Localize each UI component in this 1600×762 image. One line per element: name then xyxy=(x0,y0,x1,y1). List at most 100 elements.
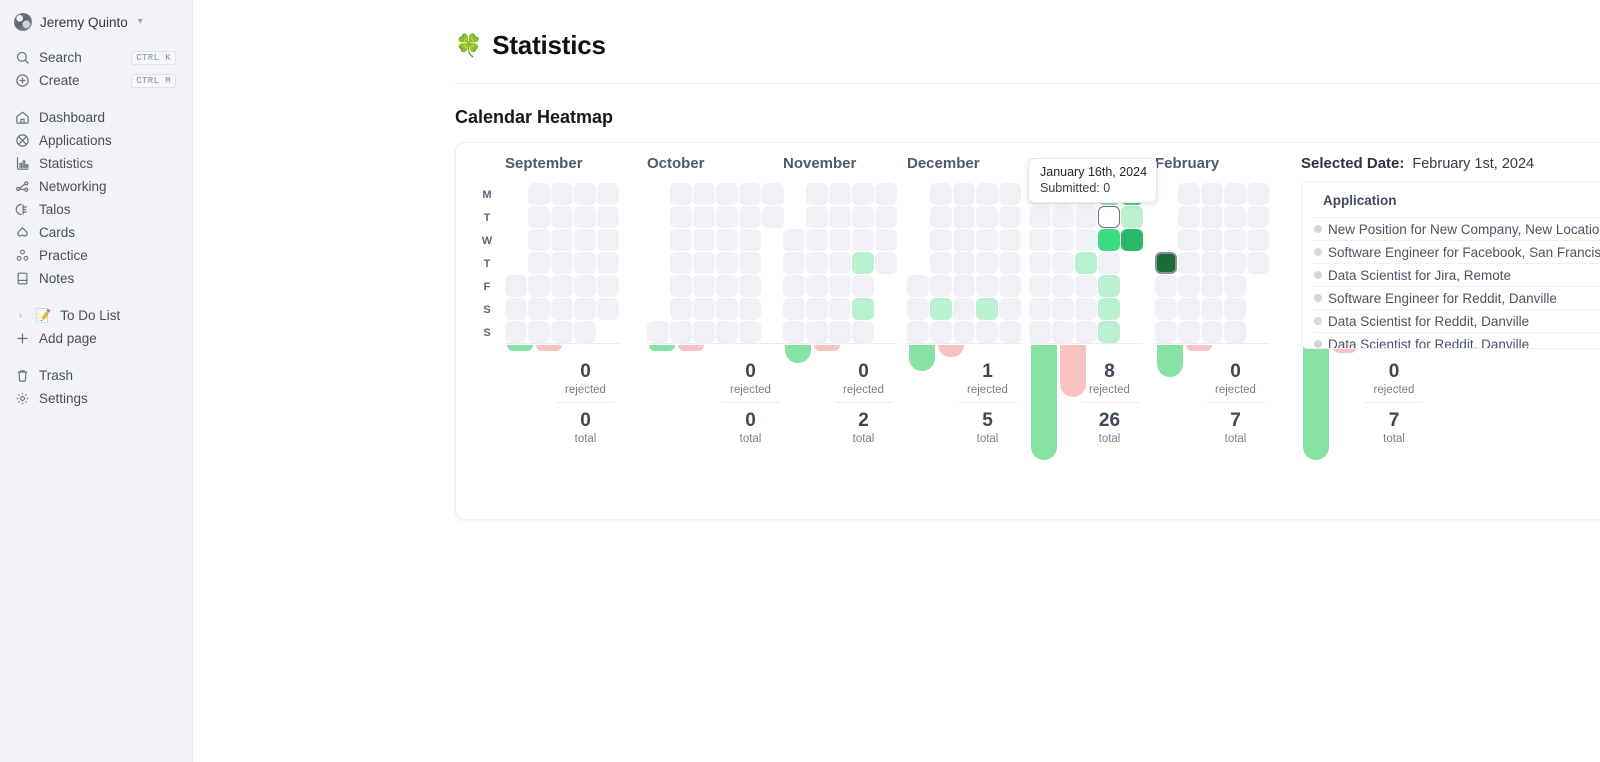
heatmap-day-cell[interactable] xyxy=(574,206,596,228)
heatmap-day-cell[interactable] xyxy=(1052,321,1074,343)
heatmap-day-cell[interactable] xyxy=(1224,298,1246,320)
heatmap-day-cell[interactable] xyxy=(1098,298,1120,320)
heatmap-day-cell[interactable] xyxy=(739,321,761,343)
heatmap-day-cell[interactable] xyxy=(1178,229,1200,251)
sidebar-item-talos[interactable]: Talos xyxy=(6,198,186,221)
heatmap-day-cell[interactable] xyxy=(1201,275,1223,297)
heatmap-day-cell[interactable] xyxy=(1201,183,1223,205)
heatmap-day-cell[interactable] xyxy=(930,275,952,297)
heatmap-day-cell[interactable] xyxy=(1247,206,1269,228)
heatmap-day-cell[interactable] xyxy=(783,298,805,320)
heatmap-day-cell[interactable] xyxy=(1052,206,1074,228)
sidebar-item-add-page[interactable]: Add page xyxy=(6,327,186,350)
heatmap-day-cell[interactable] xyxy=(1155,275,1177,297)
sidebar-item-dashboard[interactable]: Dashboard xyxy=(6,106,186,129)
heatmap-day-cell[interactable] xyxy=(1178,183,1200,205)
heatmap-day-cell[interactable] xyxy=(670,252,692,274)
heatmap-day-cell[interactable] xyxy=(574,229,596,251)
heatmap-day-cell[interactable] xyxy=(597,298,619,320)
heatmap-day-cell[interactable] xyxy=(1201,298,1223,320)
heatmap-day-cell[interactable] xyxy=(1029,275,1051,297)
heatmap-day-cell[interactable] xyxy=(976,206,998,228)
heatmap-day-cell[interactable] xyxy=(528,206,550,228)
heatmap-day-cell[interactable] xyxy=(829,229,851,251)
heatmap-day-cell[interactable] xyxy=(574,275,596,297)
heatmap-day-cell[interactable] xyxy=(551,321,573,343)
heatmap-day-cell[interactable] xyxy=(783,275,805,297)
sidebar-item-settings[interactable]: Settings xyxy=(6,387,186,410)
heatmap-day-cell[interactable] xyxy=(597,183,619,205)
heatmap-day-cell-hovered[interactable] xyxy=(1098,206,1120,228)
sidebar-item-notes[interactable]: Notes xyxy=(6,267,186,290)
heatmap-day-cell[interactable] xyxy=(953,183,975,205)
heatmap-day-cell[interactable] xyxy=(953,321,975,343)
application-row[interactable]: Data Scientist for Reddit, Danville xyxy=(1314,310,1600,333)
heatmap-day-cell[interactable] xyxy=(852,275,874,297)
heatmap-day-cell[interactable] xyxy=(1052,298,1074,320)
heatmap-day-cell[interactable] xyxy=(930,229,952,251)
heatmap-day-cell[interactable] xyxy=(1029,298,1051,320)
sidebar-item-trash[interactable]: Trash xyxy=(6,364,186,387)
heatmap-day-cell[interactable] xyxy=(528,252,550,274)
heatmap-day-cell[interactable] xyxy=(1201,321,1223,343)
heatmap-day-cell[interactable] xyxy=(1029,229,1051,251)
heatmap-day-cell[interactable] xyxy=(670,183,692,205)
heatmap-day-cell[interactable] xyxy=(1247,183,1269,205)
heatmap-day-cell[interactable] xyxy=(1224,229,1246,251)
heatmap-day-cell[interactable] xyxy=(693,252,715,274)
heatmap-day-cell[interactable] xyxy=(999,321,1021,343)
heatmap-day-cell[interactable] xyxy=(1098,321,1120,343)
heatmap-day-cell[interactable] xyxy=(783,252,805,274)
heatmap-day-cell[interactable] xyxy=(693,275,715,297)
heatmap-day-cell[interactable] xyxy=(597,206,619,228)
heatmap-day-cell[interactable] xyxy=(999,252,1021,274)
heatmap-day-cell[interactable] xyxy=(976,183,998,205)
heatmap-day-cell[interactable] xyxy=(1098,275,1120,297)
heatmap-day-cell[interactable] xyxy=(875,252,897,274)
heatmap-day-cell[interactable] xyxy=(907,321,929,343)
heatmap-day-cell[interactable] xyxy=(693,229,715,251)
heatmap-day-cell[interactable] xyxy=(528,183,550,205)
heatmap-day-cell[interactable] xyxy=(999,206,1021,228)
heatmap-day-cell[interactable] xyxy=(1052,252,1074,274)
heatmap-day-cell[interactable] xyxy=(693,183,715,205)
heatmap-day-cell[interactable] xyxy=(806,298,828,320)
heatmap-day-cell[interactable] xyxy=(1155,321,1177,343)
heatmap-day-cell[interactable] xyxy=(829,206,851,228)
heatmap-day-cell[interactable] xyxy=(930,321,952,343)
heatmap-day-cell[interactable] xyxy=(739,206,761,228)
heatmap-day-cell[interactable] xyxy=(1178,298,1200,320)
heatmap-day-cell[interactable] xyxy=(739,298,761,320)
sidebar-item-networking[interactable]: Networking xyxy=(6,175,186,198)
application-row[interactable]: Data Scientist for Jira, Remote xyxy=(1314,264,1600,287)
heatmap-day-cell[interactable] xyxy=(1075,321,1097,343)
heatmap-day-cell[interactable] xyxy=(806,321,828,343)
heatmap-day-cell[interactable] xyxy=(999,229,1021,251)
heatmap-day-cell[interactable] xyxy=(852,183,874,205)
application-row[interactable]: New Position for New Company, New Locati… xyxy=(1314,218,1600,241)
heatmap-day-cell[interactable] xyxy=(1098,252,1120,274)
heatmap-day-cell[interactable] xyxy=(1029,321,1051,343)
heatmap-day-cell[interactable] xyxy=(875,206,897,228)
heatmap-day-cell[interactable] xyxy=(1029,206,1051,228)
heatmap-day-cell[interactable] xyxy=(528,229,550,251)
sidebar-item-applications[interactable]: Applications xyxy=(6,129,186,152)
heatmap-day-cell[interactable] xyxy=(597,252,619,274)
heatmap-day-cell[interactable] xyxy=(1201,229,1223,251)
heatmap-day-cell[interactable] xyxy=(528,275,550,297)
heatmap-day-cell[interactable] xyxy=(1155,298,1177,320)
heatmap-day-cell[interactable] xyxy=(1052,229,1074,251)
heatmap-day-cell[interactable] xyxy=(670,275,692,297)
application-list[interactable]: Application New Position for New Company,… xyxy=(1301,181,1600,349)
heatmap-day-cell[interactable] xyxy=(999,275,1021,297)
heatmap-day-cell[interactable] xyxy=(551,275,573,297)
heatmap-day-cell[interactable] xyxy=(716,229,738,251)
user-switcher[interactable]: Jeremy Quinto ▾ xyxy=(6,8,186,36)
heatmap-day-cell[interactable] xyxy=(574,252,596,274)
heatmap-day-cell[interactable] xyxy=(693,298,715,320)
heatmap-day-cell[interactable] xyxy=(829,275,851,297)
sidebar-item-cards[interactable]: Cards xyxy=(6,221,186,244)
heatmap-day-cell[interactable] xyxy=(1224,321,1246,343)
heatmap-day-cell[interactable] xyxy=(1224,275,1246,297)
heatmap-day-cell[interactable] xyxy=(953,275,975,297)
